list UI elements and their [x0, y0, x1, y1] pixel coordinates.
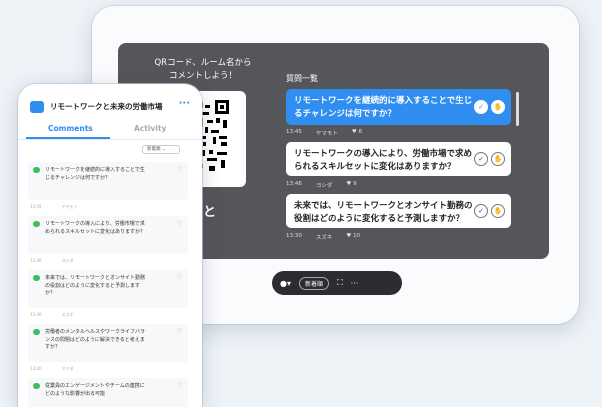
chat-bubble-icon [33, 329, 40, 335]
comment-text: 未来では、リモートワークとオンサイト勤務の役割はどのように変化すると予測しますか… [45, 275, 146, 296]
chat-bubble-icon [33, 383, 40, 389]
heart-icon[interactable]: ♡ [177, 382, 182, 390]
more-icon[interactable]: ··· [179, 98, 190, 109]
comment-text: リモートワークの導入により、労働市場で求められるスキルセットに変化はありますか？ [45, 221, 146, 235]
comment-meta: 13:20 マツダ [30, 366, 74, 371]
heart-icon: ♥ 6 [351, 129, 363, 135]
comment-text: リモートワークを継続的に導入することで生じるチャレンジは何ですか？ [45, 167, 145, 181]
comment-text: 従業員のエンゲージメントやチームの連携にどのような影響が出る可能 [45, 383, 145, 397]
question-card[interactable]: リモートワークの導入により、労働市場で求められるスキルセットに変化はありますか？… [286, 142, 511, 176]
comment-list: リモートワークを継続的に導入することで生じるチャレンジは何ですか？ ♡ 13:4… [28, 162, 188, 407]
questions-header: 質問一覧 [286, 74, 318, 83]
tab-bar: Comments Activity [18, 124, 202, 140]
question-text: 未来では、リモートワークとオンサイト勤務の役割はどのように変化すると予測しますか… [294, 201, 473, 224]
room-title: リモートワークと未来の労働市場 [50, 102, 163, 111]
question-card[interactable]: リモートワークを継続的に導入することで生じるチャレンジは何ですか？ ✓ ✋ [286, 89, 511, 125]
comment-card[interactable]: 従業員のエンゲージメントやチームの連携にどのような影響が出る可能 ♡ [28, 378, 188, 407]
scrollbar[interactable] [516, 92, 519, 126]
presentation-toolbar: ●▾ 新着順 ⛶ ··· [272, 271, 402, 295]
question-meta: 13:46 ヨシダ ♥ 9 [286, 181, 357, 189]
check-icon[interactable]: ✓ [474, 152, 488, 166]
heart-icon[interactable]: ♡ [177, 328, 182, 336]
check-icon[interactable]: ✓ [474, 100, 488, 114]
question-text: リモートワークの導入により、労働市場で求められるスキルセットに変化はありますか？ [294, 149, 472, 172]
hand-icon[interactable]: ✋ [491, 100, 505, 114]
comment-meta: 13:46 ヨシダ [30, 258, 74, 263]
chat-bubble-icon [33, 275, 40, 281]
chat-bubble-icon [33, 167, 40, 173]
sort-select[interactable]: 新着順 ⌄ [142, 145, 180, 154]
comment-card[interactable]: 労働者のメンタルヘルスやワークライフバランスの問題はどのように解決できると考えま… [28, 324, 188, 362]
comment-card[interactable]: 未来では、リモートワークとオンサイト勤務の役割はどのように変化すると予測しますか… [28, 270, 188, 308]
comments-toggle-icon[interactable]: ●▾ [280, 279, 291, 288]
chat-bubble-icon [33, 221, 40, 227]
question-text: リモートワークを継続的に導入することで生じるチャレンジは何ですか？ [294, 96, 473, 119]
more-icon[interactable]: ··· [351, 279, 359, 288]
heart-icon[interactable]: ♡ [177, 166, 182, 174]
heart-icon: ♥ 9 [346, 181, 357, 187]
question-meta: 13:45 ヤマモト ♥ 6 [286, 129, 363, 137]
fullscreen-icon[interactable]: ⛶ [337, 278, 343, 288]
comment-card[interactable]: リモートワークを継続的に導入することで生じるチャレンジは何ですか？ ♡ [28, 162, 188, 200]
sort-select[interactable]: 新着順 [299, 276, 330, 290]
tab-activity[interactable]: Activity [134, 124, 166, 133]
app-logo-icon [30, 101, 44, 113]
comment-card[interactable]: リモートワークの導入により、労働市場で求められるスキルセットに変化はありますか？… [28, 216, 188, 254]
hand-icon[interactable]: ✋ [491, 204, 505, 218]
heart-icon: ♥ 10 [346, 233, 361, 239]
question-card[interactable]: 未来では、リモートワークとオンサイト勤務の役割はどのように変化すると予測しますか… [286, 194, 511, 228]
comment-meta: 13:30 スズキ [30, 312, 74, 317]
check-icon[interactable]: ✓ [474, 204, 488, 218]
phone-frame: リモートワークと未来の労働市場 ··· Comments Activity 新着… [18, 84, 202, 407]
comment-text: 労働者のメンタルヘルスやワークライフバランスの問題はどのように解決できると考えま… [45, 329, 146, 350]
tab-comments[interactable]: Comments [48, 124, 93, 133]
question-meta: 13:30 スズキ ♥ 10 [286, 233, 361, 241]
divider [18, 139, 202, 140]
phone-header: リモートワークと未来の労働市場 ··· [18, 98, 202, 118]
qr-title: QRコード、ルーム名から コメントしよう！ [154, 58, 252, 81]
comment-meta: 13:45 ヤマモト [30, 204, 78, 209]
hand-icon[interactable]: ✋ [491, 152, 505, 166]
heart-icon[interactable]: ♡ [177, 274, 182, 282]
heart-icon[interactable]: ♡ [177, 220, 182, 228]
